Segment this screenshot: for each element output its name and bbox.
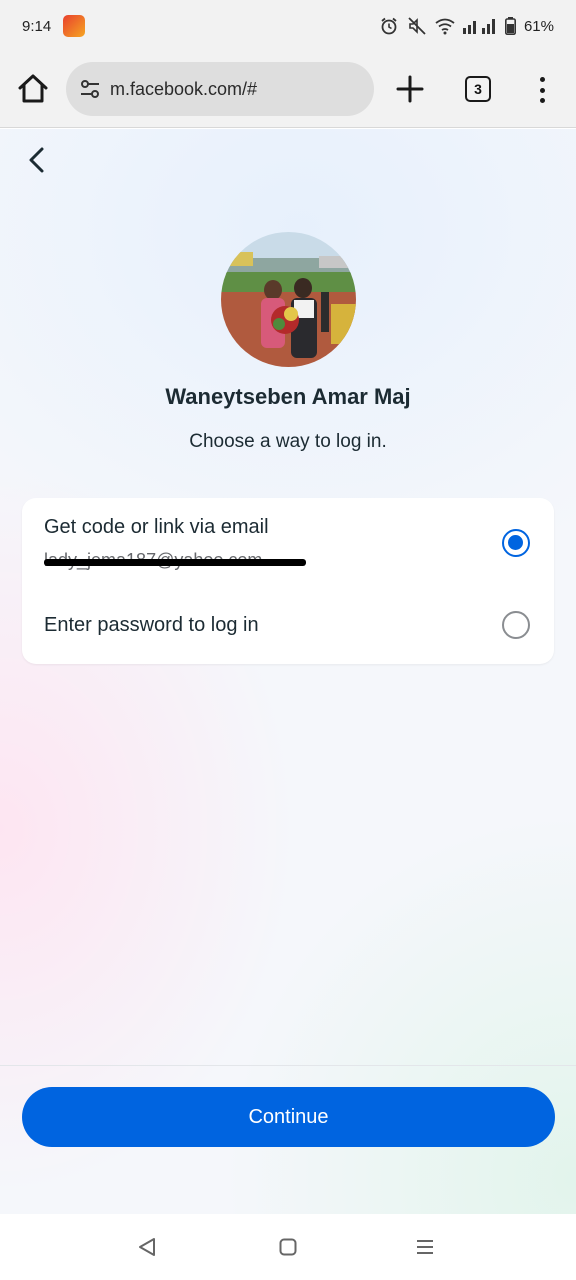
option-label: Get code or link via email — [44, 516, 269, 538]
battery-icon — [504, 17, 516, 35]
user-name: Waneytseben Amar Maj — [165, 384, 411, 409]
radio-selected[interactable] — [502, 529, 530, 557]
battery-percent: 61% — [523, 17, 554, 35]
wifi-icon — [435, 18, 455, 35]
app-notification-icon — [63, 15, 86, 37]
tabs-icon[interactable]: 3 — [465, 76, 491, 102]
option-password[interactable]: Enter password to log in — [22, 584, 554, 664]
more-vert-icon[interactable] — [532, 74, 552, 106]
home-icon[interactable] — [16, 72, 50, 106]
system-nav-bar — [0, 1214, 576, 1280]
browser-toolbar: m.facebook.com/# 3 — [0, 52, 576, 128]
nav-recent-icon[interactable] — [415, 1237, 435, 1257]
alarm-icon — [381, 17, 397, 35]
url-text: m.facebook.com/# — [110, 78, 258, 99]
radio-unselected[interactable] — [502, 611, 530, 639]
footer-divider — [0, 1065, 576, 1066]
tune-icon[interactable] — [78, 77, 102, 101]
address-bar[interactable]: m.facebook.com/# — [66, 62, 374, 116]
redaction-mark — [44, 559, 306, 566]
avatar — [221, 232, 356, 367]
mute-icon — [408, 17, 426, 35]
login-page: Waneytseben Amar Maj Choose a way to log… — [0, 129, 576, 1214]
status-time: 9:14 — [22, 17, 52, 35]
status-bar: 9:14 61% — [0, 0, 576, 52]
status-icons: 61% — [379, 16, 554, 36]
signal-icon — [462, 19, 495, 34]
plus-icon[interactable] — [394, 73, 426, 105]
nav-back-icon[interactable] — [136, 1236, 158, 1258]
option-email-code[interactable]: Get code or link via email lady_jema187@… — [22, 498, 554, 584]
nav-home-icon[interactable] — [278, 1237, 298, 1257]
option-label: Enter password to log in — [44, 614, 259, 636]
continue-button[interactable]: Continue — [22, 1087, 555, 1147]
login-options-card: Get code or link via email lady_jema187@… — [22, 498, 554, 664]
page-subtitle: Choose a way to log in. — [189, 431, 387, 452]
back-icon[interactable] — [20, 143, 54, 177]
